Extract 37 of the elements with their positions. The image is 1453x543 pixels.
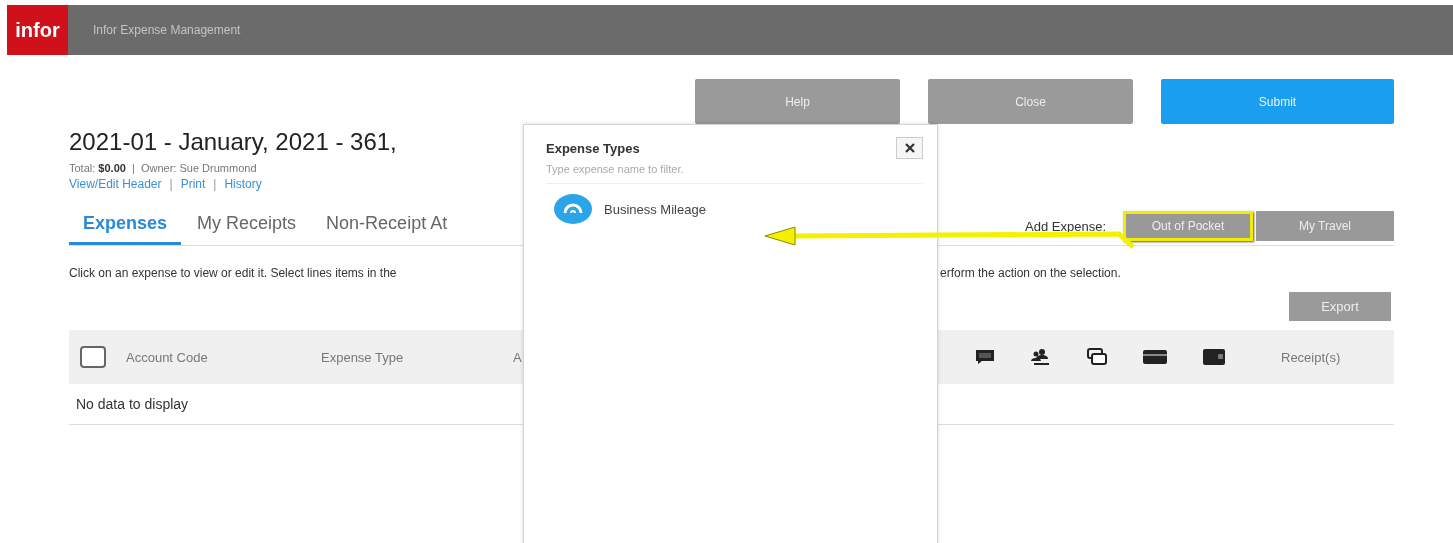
empty-message: No data to display xyxy=(76,396,189,412)
wallet-icon xyxy=(1203,349,1225,365)
header-link[interactable]: View/Edit Header xyxy=(69,177,162,191)
close-button[interactable] xyxy=(896,137,923,159)
add-expense-button[interactable]: My Travel xyxy=(1256,211,1394,241)
tab[interactable]: Non-Receipt At xyxy=(312,209,462,245)
instruction-text: erform the action on the selection. xyxy=(940,266,1121,280)
header-link[interactable]: History xyxy=(224,177,262,191)
select-all-checkbox[interactable] xyxy=(80,346,106,368)
tab[interactable]: Expenses xyxy=(69,209,182,245)
tab[interactable]: My Receipts xyxy=(183,209,311,245)
gauge-icon xyxy=(554,194,592,224)
column-header: Account Code xyxy=(126,349,209,365)
add-expense-button[interactable]: Out of Pocket xyxy=(1123,211,1253,241)
add-expense-label: Add Expense: xyxy=(1025,218,1106,234)
report-summary: Total: $0.00 | Owner: Sue Drummond xyxy=(69,162,257,174)
cards-icon xyxy=(1087,348,1107,366)
app-title: Infor Expense Management xyxy=(93,23,241,37)
header-link[interactable]: Print xyxy=(180,177,206,191)
people-icon xyxy=(1031,348,1051,366)
column-header: Receipt(s) xyxy=(1281,349,1341,365)
column-header: A xyxy=(513,349,522,365)
comment-icon xyxy=(975,349,995,365)
expense-type-item[interactable]: Business Mileage xyxy=(554,194,923,224)
instruction-text: Click on an expense to view or edit it. Select lines items in the xyxy=(69,266,398,280)
separator: | xyxy=(213,177,217,191)
logo: infor xyxy=(7,5,68,55)
export-button[interactable]: Export xyxy=(1289,292,1391,321)
column-header: Expense Type xyxy=(321,349,405,365)
popup-title: Expense Types xyxy=(546,140,640,156)
report-title: 2021-01 - January, 2021 - 361, xyxy=(69,128,397,156)
close-icon xyxy=(904,143,915,153)
credit-card-icon xyxy=(1143,350,1167,364)
action-button[interactable]: Submit xyxy=(1161,79,1394,124)
separator: | xyxy=(169,177,173,191)
action-button[interactable]: Help xyxy=(695,79,900,124)
action-button[interactable]: Close xyxy=(928,79,1133,124)
